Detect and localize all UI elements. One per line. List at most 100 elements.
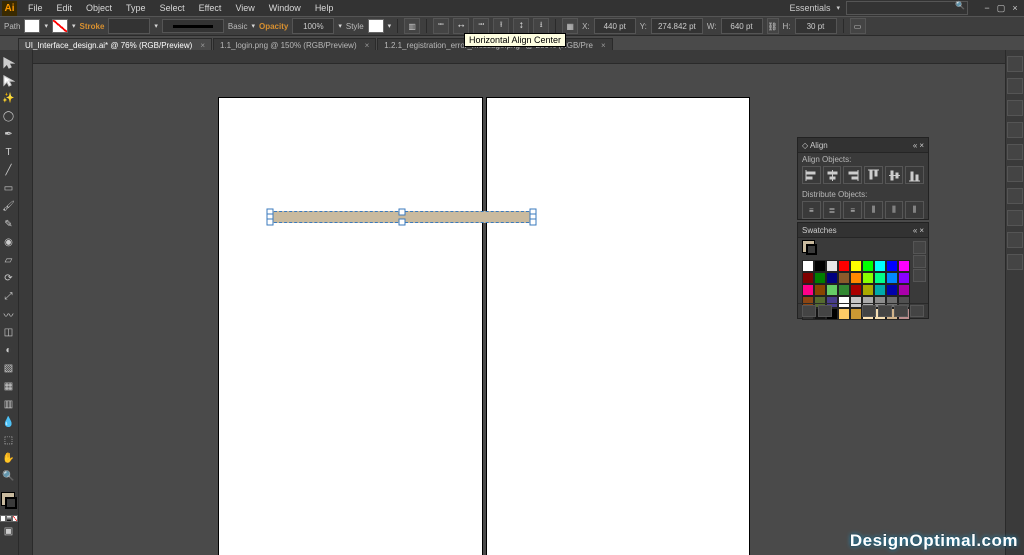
swatch-list-view-icon[interactable]	[913, 241, 926, 254]
swatch-cell[interactable]	[898, 260, 910, 272]
menu-select[interactable]: Select	[155, 2, 190, 14]
swatch-cell[interactable]	[826, 284, 838, 296]
tool-free-transform[interactable]: ◫	[0, 324, 17, 341]
opacity-input[interactable]	[292, 18, 334, 34]
swatch-libraries-icon[interactable]	[802, 305, 816, 317]
stroke-profile[interactable]	[162, 19, 224, 33]
style-swatch[interactable]	[368, 19, 384, 33]
close-icon[interactable]: ×	[365, 41, 370, 50]
swatch-cell[interactable]	[850, 260, 862, 272]
tool-selection[interactable]	[0, 54, 17, 71]
tool-blob-brush[interactable]: ◉	[0, 234, 17, 251]
swatch-cell[interactable]	[874, 284, 886, 296]
dock-swatches-icon[interactable]	[1007, 100, 1023, 116]
tool-pencil[interactable]: ✎	[0, 216, 17, 233]
menu-object[interactable]: Object	[81, 2, 117, 14]
fill-swatch[interactable]	[24, 19, 40, 33]
stroke-weight-input[interactable]	[108, 18, 150, 34]
swatch-cell[interactable]	[850, 272, 862, 284]
ruler-vertical[interactable]	[19, 50, 33, 555]
swatch-cell[interactable]	[814, 260, 826, 272]
opacity-label[interactable]: Opacity	[259, 22, 288, 31]
swatch-cell[interactable]	[862, 272, 874, 284]
align-vcenter-button[interactable]	[885, 166, 904, 184]
tool-width[interactable]: 〰	[0, 306, 17, 323]
dock-gradient-icon[interactable]	[1007, 188, 1023, 204]
doc-setup-icon[interactable]: ▥	[404, 18, 420, 34]
new-color-group-button[interactable]	[878, 305, 892, 317]
dist-top-button[interactable]: ≡	[802, 201, 821, 219]
fill-stroke-indicator[interactable]	[0, 492, 17, 512]
tool-rotate[interactable]: ⟳	[0, 270, 17, 287]
swatch-cell[interactable]	[862, 284, 874, 296]
tool-mesh[interactable]: ▦	[0, 378, 17, 395]
transform-anchor-icon[interactable]: ▦	[562, 18, 578, 34]
align-bottom-button[interactable]	[905, 166, 924, 184]
align-hcenter-icon[interactable]: ⭤	[453, 18, 469, 34]
swatch-cell[interactable]	[802, 272, 814, 284]
new-swatch-button[interactable]	[894, 305, 908, 317]
ruler-horizontal[interactable]	[19, 50, 1024, 64]
none-mode-icon[interactable]	[12, 515, 18, 522]
window-close-button[interactable]: ×	[1008, 2, 1022, 14]
chevron-down-icon[interactable]: ▾	[388, 22, 392, 30]
align-vcenter-icon[interactable]: ⭥	[513, 18, 529, 34]
dist-vcenter-button[interactable]: ≣	[823, 201, 842, 219]
chevron-down-icon[interactable]: ▾	[251, 22, 255, 30]
chevron-down-icon[interactable]: ▾	[72, 22, 76, 30]
shape-options-icon[interactable]: ▭	[850, 18, 866, 34]
align-hcenter-button[interactable]	[823, 166, 842, 184]
delete-swatch-button[interactable]	[910, 305, 924, 317]
menu-view[interactable]: View	[230, 2, 259, 14]
swatch-cell[interactable]	[802, 260, 814, 272]
collapse-icon[interactable]: «	[913, 141, 917, 150]
tool-direct-selection[interactable]	[0, 72, 17, 89]
swatch-options-button[interactable]	[862, 305, 876, 317]
tool-gradient[interactable]: ▥	[0, 396, 17, 413]
chevron-down-icon[interactable]: ▾	[338, 22, 342, 30]
swatch-cell[interactable]	[886, 284, 898, 296]
swatch-cell[interactable]	[874, 272, 886, 284]
swatch-cell[interactable]	[886, 260, 898, 272]
dist-bottom-button[interactable]: ≡	[843, 201, 862, 219]
dock-brushes-icon[interactable]	[1007, 122, 1023, 138]
stroke-swatch[interactable]	[52, 19, 68, 33]
swatch-cell[interactable]	[802, 284, 814, 296]
dock-symbols-icon[interactable]	[1007, 144, 1023, 160]
dist-hcenter-button[interactable]: ⫼	[885, 201, 904, 219]
selected-rectangle[interactable]	[269, 211, 534, 223]
tool-shape-builder[interactable]: ◐	[0, 342, 17, 359]
panel-header[interactable]: Swatches «×	[798, 223, 928, 238]
swatch-kind-icon[interactable]	[818, 305, 832, 317]
swatch-cell[interactable]	[814, 272, 826, 284]
y-input[interactable]	[651, 18, 703, 34]
fill-stroke-mini[interactable]	[802, 240, 818, 256]
align-right-icon[interactable]: ⭲	[473, 18, 489, 34]
dock-appearance-icon[interactable]	[1007, 232, 1023, 248]
menu-effect[interactable]: Effect	[194, 2, 227, 14]
swatch-cell[interactable]	[826, 260, 838, 272]
swatch-cell[interactable]	[850, 284, 862, 296]
close-icon[interactable]: ×	[919, 141, 924, 150]
stroke-label[interactable]: Stroke	[80, 22, 105, 31]
close-icon[interactable]: ×	[601, 41, 606, 50]
window-maximize-button[interactable]: ▢	[994, 2, 1008, 14]
menu-help[interactable]: Help	[310, 2, 339, 14]
align-top-icon[interactable]: ⭱	[493, 18, 509, 34]
align-right-button[interactable]	[843, 166, 862, 184]
menu-type[interactable]: Type	[121, 2, 151, 14]
align-left-button[interactable]	[802, 166, 821, 184]
menu-edit[interactable]: Edit	[52, 2, 78, 14]
chevron-down-icon[interactable]: ▾	[836, 4, 840, 12]
menu-file[interactable]: File	[23, 2, 48, 14]
link-wh-icon[interactable]: ⛓	[767, 18, 779, 34]
tool-blend[interactable]: ⬚	[0, 432, 17, 449]
swatch-thumb-view-icon[interactable]	[913, 255, 926, 268]
tool-zoom[interactable]: 🔍	[0, 468, 17, 485]
tool-lasso[interactable]: ◯	[0, 108, 17, 125]
collapse-icon[interactable]: «	[913, 226, 917, 235]
panel-header[interactable]: ◇ Align «×	[798, 138, 928, 153]
dock-color-icon[interactable]	[1007, 56, 1023, 72]
swatch-cell[interactable]	[862, 260, 874, 272]
tool-magic-wand[interactable]: ✨	[0, 90, 17, 107]
